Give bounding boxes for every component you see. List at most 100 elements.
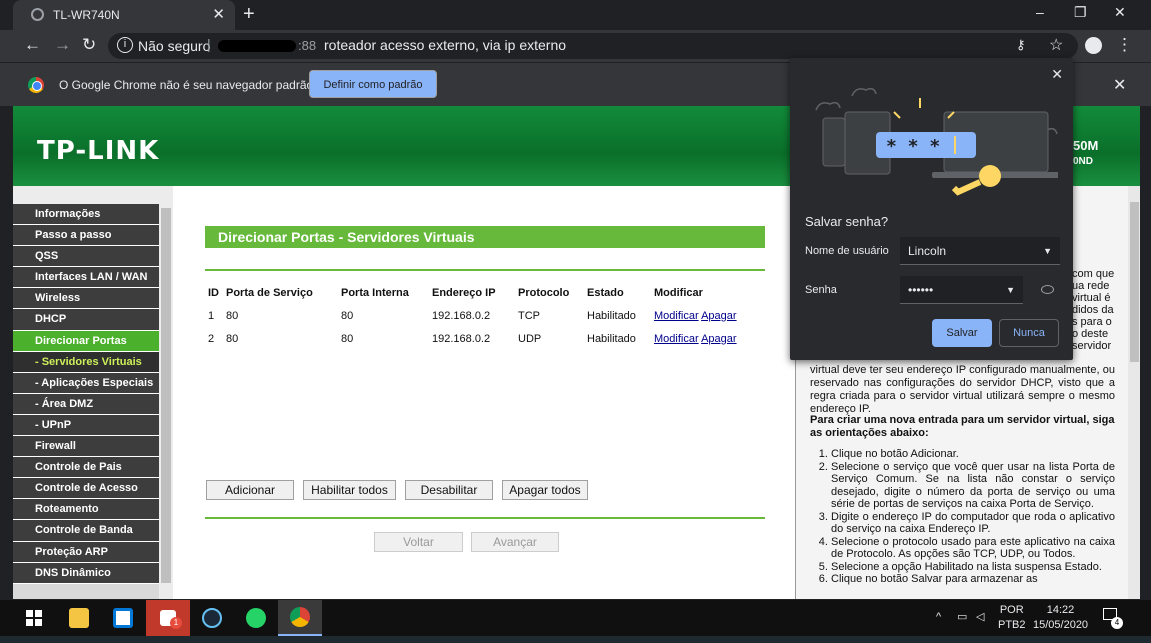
info-icon[interactable]: i (117, 37, 133, 53)
help-scrollbar[interactable] (1128, 186, 1140, 599)
col-header: ID (208, 287, 219, 299)
delete-all-button[interactable]: Apagar todos (502, 480, 588, 500)
password-field[interactable]: •••••• ▼ (900, 276, 1023, 304)
whatsapp-icon[interactable] (234, 600, 278, 636)
add-button[interactable]: Adicionar (206, 480, 294, 500)
show-password-eye-icon[interactable] (1041, 285, 1054, 294)
file-explorer-icon[interactable] (57, 600, 101, 636)
next-button[interactable]: Avançar (471, 532, 559, 552)
lang-line1: POR (999, 604, 1024, 616)
chrome-icon (28, 77, 44, 93)
sidebar-item[interactable]: Controle de Acesso (13, 478, 159, 500)
help-fragment-line: didos da (1072, 304, 1114, 316)
modify-cell: Modificar Apagar (651, 327, 761, 350)
sidebar-item[interactable]: - Área DMZ (13, 393, 159, 415)
delete-link[interactable]: Apagar (701, 310, 736, 322)
reload-icon[interactable]: ↻ (82, 35, 96, 55)
browser-tab[interactable]: TL-WR740N ✕ (13, 0, 235, 30)
sidebar-item[interactable]: QSS (13, 246, 159, 268)
volume-icon[interactable]: ◁ (976, 610, 984, 625)
sidebar-item[interactable]: Wireless (13, 288, 159, 310)
windows-start-icon[interactable] (12, 600, 56, 636)
modify-link[interactable]: Modificar (654, 333, 699, 345)
sidebar-item[interactable]: Interfaces LAN / WAN (13, 267, 159, 289)
username-field[interactable]: Lincoln ▼ (900, 237, 1060, 265)
col-header: Endereço IP (432, 287, 496, 299)
store-icon[interactable] (101, 600, 145, 636)
divider-top (205, 269, 765, 271)
profile-avatar-icon[interactable] (1085, 37, 1102, 54)
help-steps: Clique no botão Adicionar.Selecione o se… (831, 448, 1115, 586)
tab-close-icon[interactable]: ✕ (212, 5, 225, 23)
popup-close-icon[interactable]: ✕ (1051, 66, 1063, 83)
security-label[interactable]: Não seguro (138, 38, 210, 54)
sidebar-item[interactable]: Roteamento (13, 499, 159, 521)
sidebar-item[interactable]: Passo a passo (13, 225, 159, 247)
clock[interactable]: 14:22 15/05/2020 (1033, 603, 1088, 633)
table-cell: UDP (518, 332, 542, 345)
app-icon[interactable]: 1 (146, 600, 190, 636)
sidebar-item[interactable]: Informações (13, 204, 159, 226)
tab-strip: TL-WR740N ✕ + – ❐ ✕ (0, 0, 1151, 30)
address-bar[interactable]: i Não seguro | :88 roteador acesso exter… (108, 33, 1078, 59)
delete-link[interactable]: Apagar (701, 333, 736, 345)
disable-button[interactable]: Desabilitar (405, 480, 493, 500)
network-icon[interactable]: ▭ (957, 610, 967, 625)
popup-title: Salvar senha? (805, 214, 889, 229)
new-tab-button[interactable]: + (243, 3, 255, 26)
sidebar-item[interactable]: Direcionar Portas (13, 330, 159, 352)
sidebar-item[interactable]: - Servidores Virtuais (13, 351, 159, 373)
enable-all-button[interactable]: Habilitar todos (303, 480, 396, 500)
help-step: Selecione o serviço que você quer usar n… (831, 461, 1115, 511)
restore-button[interactable]: ❐ (1074, 4, 1087, 21)
url-text[interactable]: roteador acesso externo, via ip externo (324, 37, 566, 53)
page-title: Direcionar Portas - Servidores Virtuais (205, 226, 765, 248)
notification-center-icon[interactable]: 4 (1103, 608, 1123, 629)
col-header: Estado (587, 287, 624, 299)
dropdown-arrow-icon[interactable]: ▼ (1006, 276, 1015, 304)
help-step: Digite o endereço IP do computador que r… (831, 511, 1115, 536)
minimize-button[interactable]: – (1036, 4, 1044, 20)
back-button[interactable]: Voltar (374, 532, 463, 552)
main-content: Direcionar Portas - Servidores Virtuais … (177, 186, 795, 599)
language-indicator[interactable]: POR PTB2 (998, 603, 1026, 633)
sidebar-item[interactable]: Firewall (13, 436, 159, 458)
sidebar-item[interactable]: - UPnP (13, 414, 159, 437)
globe-icon (31, 8, 44, 21)
lang-line2: PTB2 (998, 619, 1026, 631)
sidebar-scroll-thumb[interactable] (161, 208, 171, 583)
window-close-button[interactable]: ✕ (1114, 4, 1126, 21)
password-illustration-icon: * * * (815, 87, 1058, 196)
tray-chevron-icon[interactable]: ^ (936, 610, 941, 625)
table-header-row: ID Porta de Serviço Porta Interna Endere… (205, 282, 761, 304)
sidebar-scrollbar[interactable] (159, 186, 173, 599)
back-arrow-icon[interactable]: ← (24, 35, 41, 55)
chrome-taskbar-icon[interactable] (278, 600, 322, 636)
sidebar-item[interactable]: Controle de Pais (13, 457, 159, 479)
table-body: 1 80 80 192.168.0.2 TCP Habilitado Modificar A… (205, 304, 761, 350)
help-scroll-thumb[interactable] (1130, 202, 1139, 362)
set-default-button[interactable]: Definir como padrão (309, 70, 437, 98)
table-row: 1 80 80 192.168.0.2 TCP Habilitado Modificar A… (205, 304, 761, 327)
help-step: Selecione o protocolo usado para este ap… (831, 536, 1115, 561)
dropdown-arrow-icon[interactable]: ▼ (1043, 237, 1052, 265)
clock-date: 15/05/2020 (1033, 619, 1089, 631)
save-password-button[interactable]: Salvar (932, 319, 992, 347)
forward-arrow-icon[interactable]: → (54, 35, 71, 55)
kebab-menu-icon[interactable]: ⋮ (1116, 35, 1133, 55)
sidebar-item[interactable]: - Aplicações Especiais (13, 372, 159, 394)
never-button[interactable]: Nunca (999, 319, 1059, 347)
star-icon[interactable]: ☆ (1049, 35, 1063, 55)
sidebar-item[interactable]: DNS Dinâmico (13, 562, 159, 584)
virtual-servers-table: ID Porta de Serviço Porta Interna Endere… (205, 282, 761, 350)
password-value: •••••• (908, 283, 934, 297)
infobar-close-icon[interactable]: ✕ (1113, 75, 1126, 95)
sidebar-item[interactable]: Controle de Banda (13, 520, 159, 542)
sidebar-item[interactable]: DHCP (13, 309, 159, 331)
help-fragment-line: com que (1072, 268, 1115, 280)
sidebar-item[interactable]: Proteção ARP (13, 541, 159, 563)
steam-icon[interactable] (190, 600, 234, 636)
password-label: Senha (805, 284, 837, 296)
modify-link[interactable]: Modificar (654, 310, 699, 322)
key-icon[interactable]: ⚷ (1016, 37, 1026, 53)
